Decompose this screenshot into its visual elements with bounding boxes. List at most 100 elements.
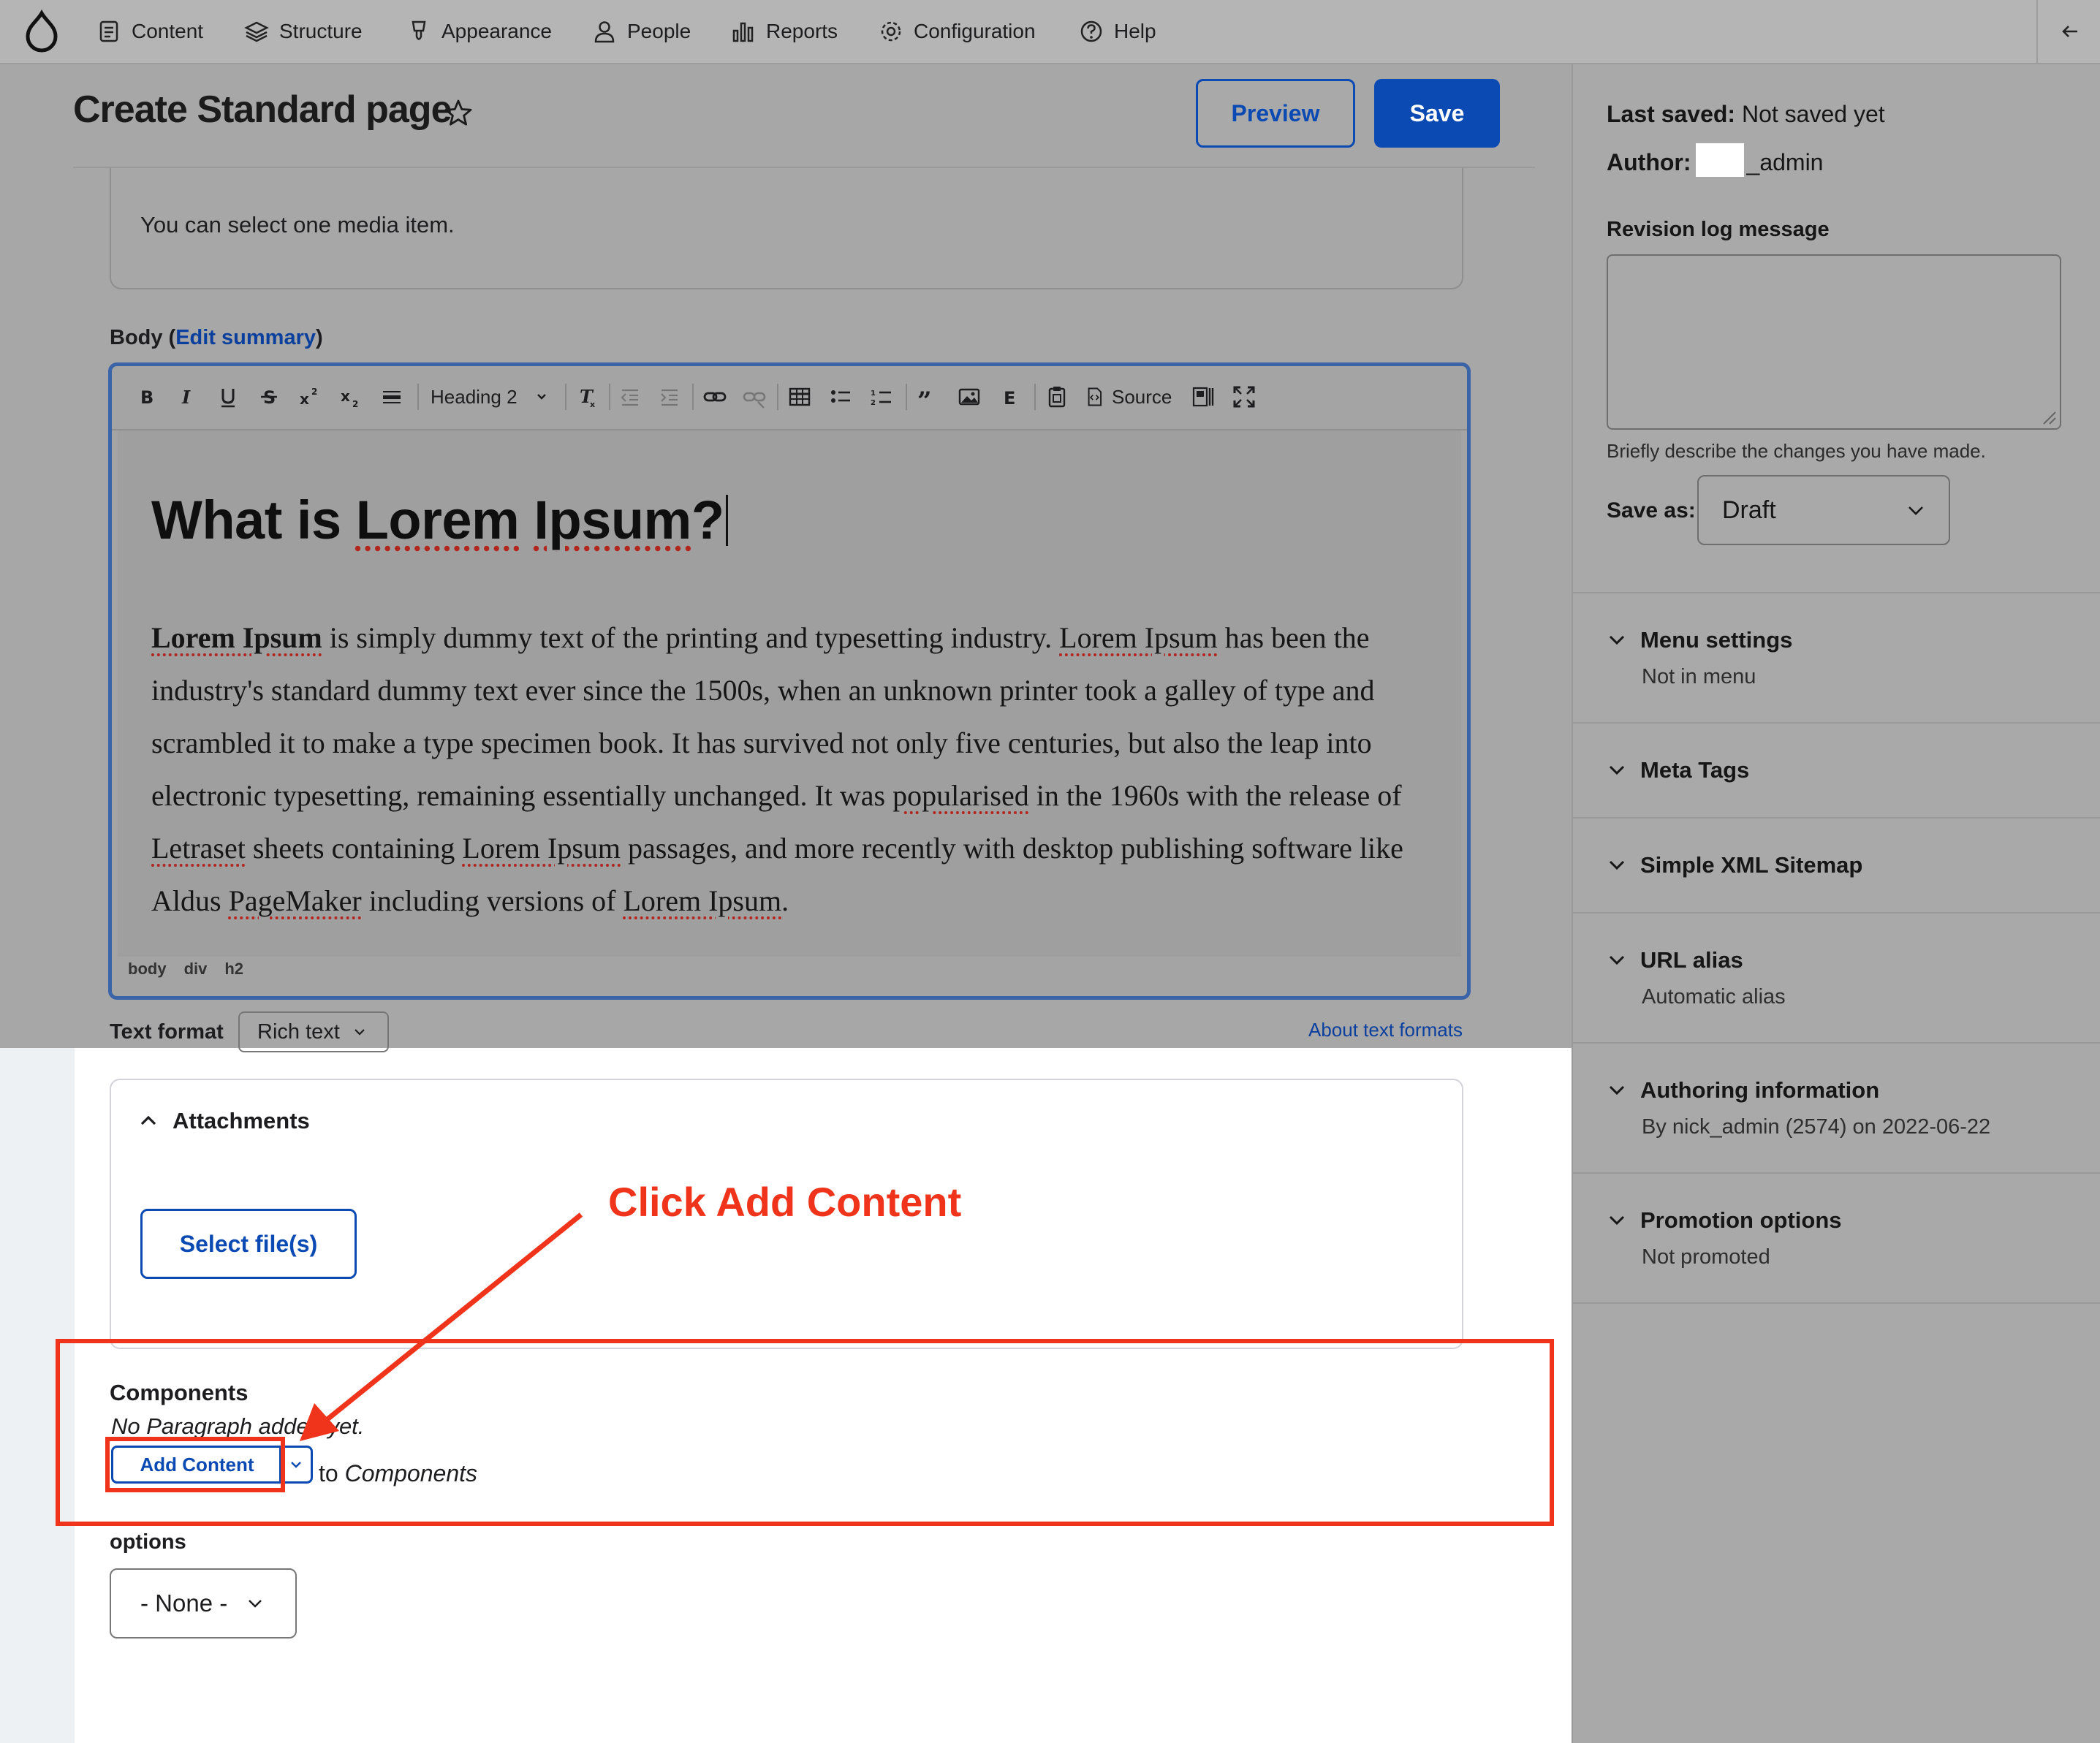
resize-handle-icon[interactable] (2039, 408, 2057, 425)
section-title: Simple XML Sitemap (1640, 852, 1863, 878)
revision-log-help: Briefly describe the changes you have ma… (1607, 440, 1986, 462)
outdent-button[interactable] (618, 382, 642, 411)
nav-structure-label: Structure (279, 20, 363, 42)
text-format-value: Rich text (257, 1019, 340, 1044)
bold-button[interactable]: B (134, 382, 159, 411)
content-paragraph: Lorem Ipsum is simply dummy text of the … (151, 612, 1452, 927)
fullscreen-button[interactable] (1232, 382, 1256, 411)
attachments-toggle[interactable]: Attachments (139, 1108, 310, 1134)
outdent-icon (621, 389, 638, 406)
underline-icon (221, 389, 235, 408)
save-button[interactable]: Save (1374, 79, 1500, 148)
nav-reports-label: Reports (766, 20, 838, 42)
content-heading: What is Lorem Ipsum? (151, 489, 728, 551)
preview-button[interactable]: Preview (1196, 79, 1355, 148)
element-path-item[interactable]: h2 (224, 960, 243, 979)
bulleted-list-button[interactable] (828, 382, 853, 411)
embed-button[interactable]: E (998, 382, 1023, 411)
nav-appearance[interactable]: Appearance (406, 0, 552, 63)
last-saved: Last saved: Not saved yet (1607, 101, 1885, 128)
sidebar-divider (1572, 722, 2100, 724)
paragraph-text: including versions of (361, 884, 623, 917)
underline-button[interactable] (216, 382, 240, 411)
remove-format-button[interactable]: Tx (575, 382, 600, 411)
menu-settings-toggle[interactable]: Menu settings (1607, 627, 1792, 653)
nav-structure[interactable]: Structure (244, 0, 363, 63)
heading-space (519, 490, 534, 550)
italic-icon: I (181, 387, 191, 408)
bar-chart-icon (732, 22, 754, 42)
chevron-down-icon (537, 394, 546, 400)
nav-people[interactable]: People (592, 0, 691, 63)
blockquote-button[interactable]: ” (916, 382, 941, 411)
section-title: Promotion options (1640, 1207, 1842, 1233)
admin-toolbar: Content Structure Appearance People Repo… (0, 0, 2100, 64)
xml-sitemap-toggle[interactable]: Simple XML Sitemap (1607, 852, 1862, 878)
insert-image-button[interactable] (957, 382, 982, 411)
svg-text:”: ” (917, 387, 932, 409)
chevron-down-icon (1609, 860, 1625, 870)
show-blocks-button[interactable] (1191, 382, 1216, 411)
author-redaction (1696, 143, 1744, 177)
toolbar-collapse-button[interactable] (2036, 0, 2100, 63)
authoring-info-toggle[interactable]: Authoring information (1607, 1077, 1879, 1104)
image-icon (958, 388, 980, 406)
nav-help[interactable]: Help (1079, 0, 1156, 63)
strikethrough-button[interactable]: S (257, 382, 281, 411)
meta-tags-toggle[interactable]: Meta Tags (1607, 757, 1749, 783)
spellcheck-word: Lorem Ipsum (462, 832, 621, 865)
link-button[interactable] (702, 382, 727, 411)
source-button[interactable]: Source (1084, 382, 1179, 411)
indent-button[interactable] (657, 382, 682, 411)
revision-log-textarea[interactable] (1607, 254, 2061, 430)
embed-e-icon: E (1004, 388, 1015, 409)
heading-word: Lorem (355, 490, 520, 550)
drupal-logo-icon[interactable] (16, 9, 67, 54)
element-path-item[interactable]: body (128, 960, 167, 979)
sidebar-divider (1572, 1042, 2100, 1044)
star-icon[interactable] (443, 98, 474, 129)
unlink-icon (743, 392, 766, 409)
svg-text:2: 2 (311, 387, 317, 397)
annotation-arrow-icon (300, 1212, 583, 1441)
table-button[interactable] (787, 382, 812, 411)
chevron-down-icon (1609, 1085, 1625, 1095)
spellcheck-word: PageMaker (228, 884, 362, 917)
save-as-select[interactable]: Draft (1697, 475, 1950, 545)
section-summary: Not in menu (1642, 665, 1756, 688)
chevron-down-icon (1908, 506, 1923, 515)
remove-format-icon: Tx (580, 386, 595, 409)
sidebar-divider (1572, 1302, 2100, 1304)
toolbar-separator (565, 384, 566, 410)
nav-configuration[interactable]: Configuration (879, 0, 1036, 63)
indent-icon (661, 389, 678, 406)
toolbar-separator (1034, 384, 1036, 410)
rich-text-editor: B I S x2 x2 Heading 2 Tx 12 ” E Source (108, 362, 1471, 1000)
text-format-select[interactable]: Rich text (238, 1011, 389, 1052)
subscript-button[interactable]: x2 (338, 382, 363, 411)
promotion-options-toggle[interactable]: Promotion options (1607, 1207, 1842, 1234)
edit-summary-link[interactable]: Edit summary (175, 326, 316, 349)
attachments-title: Attachments (173, 1108, 310, 1133)
numbered-list-icon: 12 (871, 390, 891, 407)
italic-button[interactable]: I (175, 382, 200, 411)
svg-text:2: 2 (871, 399, 876, 407)
about-text-formats-link[interactable]: About text formats (1308, 1019, 1463, 1041)
unlink-button[interactable] (742, 382, 767, 411)
options-select[interactable]: - None - (110, 1568, 297, 1638)
save-as-label: Save as: (1607, 498, 1696, 523)
sidebar-divider (1572, 912, 2100, 914)
nav-reports[interactable]: Reports (731, 0, 838, 63)
superscript-button[interactable]: x2 (297, 382, 322, 411)
nav-content[interactable]: Content (96, 0, 203, 63)
url-alias-toggle[interactable]: URL alias (1607, 947, 1743, 973)
svg-text:x: x (341, 387, 350, 405)
element-path-item[interactable]: div (184, 960, 208, 979)
quote-icon: ” (917, 387, 932, 409)
numbered-list-button[interactable]: 12 (869, 382, 894, 411)
heading-dropdown[interactable]: Heading 2 (431, 382, 555, 411)
page-title: Create Standard page (73, 88, 452, 131)
horizontal-line-button[interactable] (379, 382, 404, 411)
spellcheck-word: Lorem Ipsum (1059, 621, 1218, 654)
paste-button[interactable] (1045, 382, 1069, 411)
